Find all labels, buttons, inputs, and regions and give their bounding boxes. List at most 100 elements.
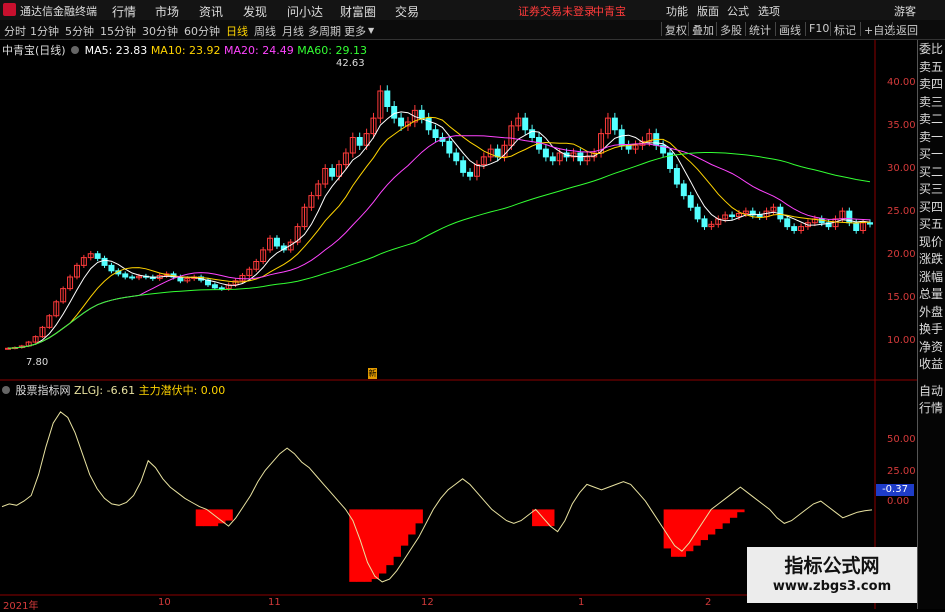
menu-gongneng[interactable]: 功能 [666, 3, 688, 19]
period-15min[interactable]: 15分钟 [100, 23, 136, 39]
tool-f10[interactable]: F10 [805, 22, 832, 36]
menu-xuanxiang[interactable]: 选项 [758, 3, 780, 19]
candle-body [101, 257, 108, 266]
candle-body [129, 276, 136, 279]
sidebar-item[interactable]: 买二 [919, 165, 945, 180]
chevron-down-icon[interactable]: ▼ [368, 26, 374, 35]
tool-biaoji[interactable]: 标记 [830, 22, 859, 37]
period-daily[interactable]: 日线 [226, 23, 248, 39]
menu-wenxiaoda[interactable]: 问小达 [287, 3, 323, 20]
app-logo-icon [3, 3, 16, 16]
main-info-row: 中青宝(日线) MA5: 23.83 MA10: 23.92 MA20: 24.… [2, 42, 367, 58]
event-marker-icon[interactable]: 新 [368, 368, 377, 379]
candle-body [432, 129, 439, 138]
signal-bar [356, 509, 365, 582]
menu-shichang[interactable]: 市场 [155, 3, 179, 20]
candle-body [418, 109, 425, 119]
candle-body [618, 129, 625, 146]
sidebar-item[interactable]: 卖二 [919, 112, 945, 127]
tool-diejia[interactable]: 叠加 [688, 22, 717, 37]
tool-duogu[interactable]: 多股 [716, 22, 745, 37]
period-more[interactable]: 更多 [344, 23, 366, 39]
menu-banmian[interactable]: 版面 [697, 3, 719, 19]
signal-bar [714, 509, 723, 529]
candle-body [853, 222, 860, 231]
sidebar-item[interactable]: 自动 [919, 384, 945, 399]
candle-body [756, 214, 763, 218]
period-toolbar: 分时 1分钟 5分钟 15分钟 30分钟 60分钟 日线 周线 月线 多周期 更… [0, 20, 945, 40]
settings-dot-icon[interactable] [2, 386, 10, 394]
candle-body [694, 206, 701, 220]
menu-gongshi[interactable]: 公式 [727, 3, 749, 19]
signal-bar [378, 509, 387, 574]
sidebar-item[interactable]: 买四 [919, 200, 945, 215]
candle-body [273, 237, 280, 247]
user-guest[interactable]: 游客 [894, 3, 916, 19]
tool-huaxian[interactable]: 画线 [775, 22, 804, 37]
period-5min[interactable]: 5分钟 [65, 23, 94, 39]
signal-bar [363, 509, 372, 582]
candle-body [398, 117, 405, 127]
sidebar-item[interactable]: 外盘 [919, 305, 945, 320]
menu-faxian[interactable]: 发现 [243, 3, 267, 20]
sidebar-item[interactable]: 换手 [919, 322, 945, 337]
sub-y-label: 25.00 [887, 466, 916, 477]
tool-fuquan[interactable]: 复权 [661, 22, 690, 37]
candle-body [460, 160, 467, 173]
indicator-name[interactable]: 股票指标网 [16, 384, 71, 397]
sidebar-item[interactable]: 涨跌 [919, 252, 945, 267]
period-weekly[interactable]: 周线 [254, 23, 276, 39]
sidebar-item[interactable]: 委比 [919, 42, 945, 57]
y-label: 10.00 [887, 335, 916, 346]
candle-body [791, 226, 798, 231]
signal-bar [736, 509, 745, 513]
sidebar-item[interactable]: 买一 [919, 147, 945, 162]
sidebar-item[interactable]: 涨幅 [919, 270, 945, 285]
sidebar-item[interactable]: 净资 [919, 340, 945, 355]
y-label: 35.00 [887, 120, 916, 131]
ma20-label: MA20: 24.49 [224, 44, 294, 57]
period-30min[interactable]: 30分钟 [142, 23, 178, 39]
sidebar-item[interactable]: 收益 [919, 357, 945, 372]
login-notice[interactable]: 证券交易未登录 [518, 3, 595, 19]
zlgj-line [1, 411, 873, 583]
period-1min[interactable]: 1分钟 [30, 23, 59, 39]
candle-body [384, 90, 391, 107]
period-fenshi[interactable]: 分时 [4, 23, 26, 39]
sidebar-item[interactable]: 买五 [919, 217, 945, 232]
sub-y-label: 0.00 [887, 496, 910, 507]
sidebar-item[interactable]: 行情 [919, 401, 945, 416]
menu-jiaoyi[interactable]: 交易 [395, 3, 419, 20]
sidebar-item[interactable]: 卖四 [919, 77, 945, 92]
tool-tongji[interactable]: 统计 [745, 22, 774, 37]
period-multi[interactable]: 多周期 [308, 23, 341, 39]
sidebar-item[interactable]: 现价 [919, 235, 945, 250]
menu-caifuquan[interactable]: 财富圈 [340, 3, 376, 20]
ma-line-20 [7, 135, 871, 349]
settings-dot-icon[interactable] [71, 46, 80, 54]
kline-chart[interactable] [0, 40, 917, 609]
sidebar-item[interactable]: 买三 [919, 182, 945, 197]
sidebar-item[interactable]: 卖三 [919, 95, 945, 110]
low-annotation: 7.80 [26, 357, 49, 368]
signal-bar [663, 509, 672, 549]
signal-bar [670, 509, 679, 557]
signal-bar [224, 509, 233, 521]
signal-bar [385, 509, 394, 566]
tool-fanhui[interactable]: 返回 [892, 22, 921, 37]
sidebar-item[interactable]: 卖五 [919, 60, 945, 75]
signal-bar [722, 509, 730, 524]
menu-hangqing[interactable]: 行情 [112, 3, 136, 20]
candle-body [425, 117, 432, 131]
period-monthly[interactable]: 月线 [282, 23, 304, 39]
x-label: 2 [705, 597, 712, 608]
ma10-label: MA10: 23.92 [150, 44, 221, 57]
period-60min[interactable]: 60分钟 [184, 23, 220, 39]
x-label: 11 [268, 597, 281, 608]
menu-bar: 通达信金融终端 行情 市场 资讯 发现 问小达 财富圈 交易 证券交易未登录 中… [0, 0, 945, 21]
candle-body [108, 264, 115, 272]
sidebar-item[interactable]: 总量 [919, 287, 945, 302]
menu-zixun[interactable]: 资讯 [199, 3, 223, 20]
sidebar-item[interactable]: 卖一 [919, 130, 945, 145]
y-label: 20.00 [887, 249, 916, 260]
